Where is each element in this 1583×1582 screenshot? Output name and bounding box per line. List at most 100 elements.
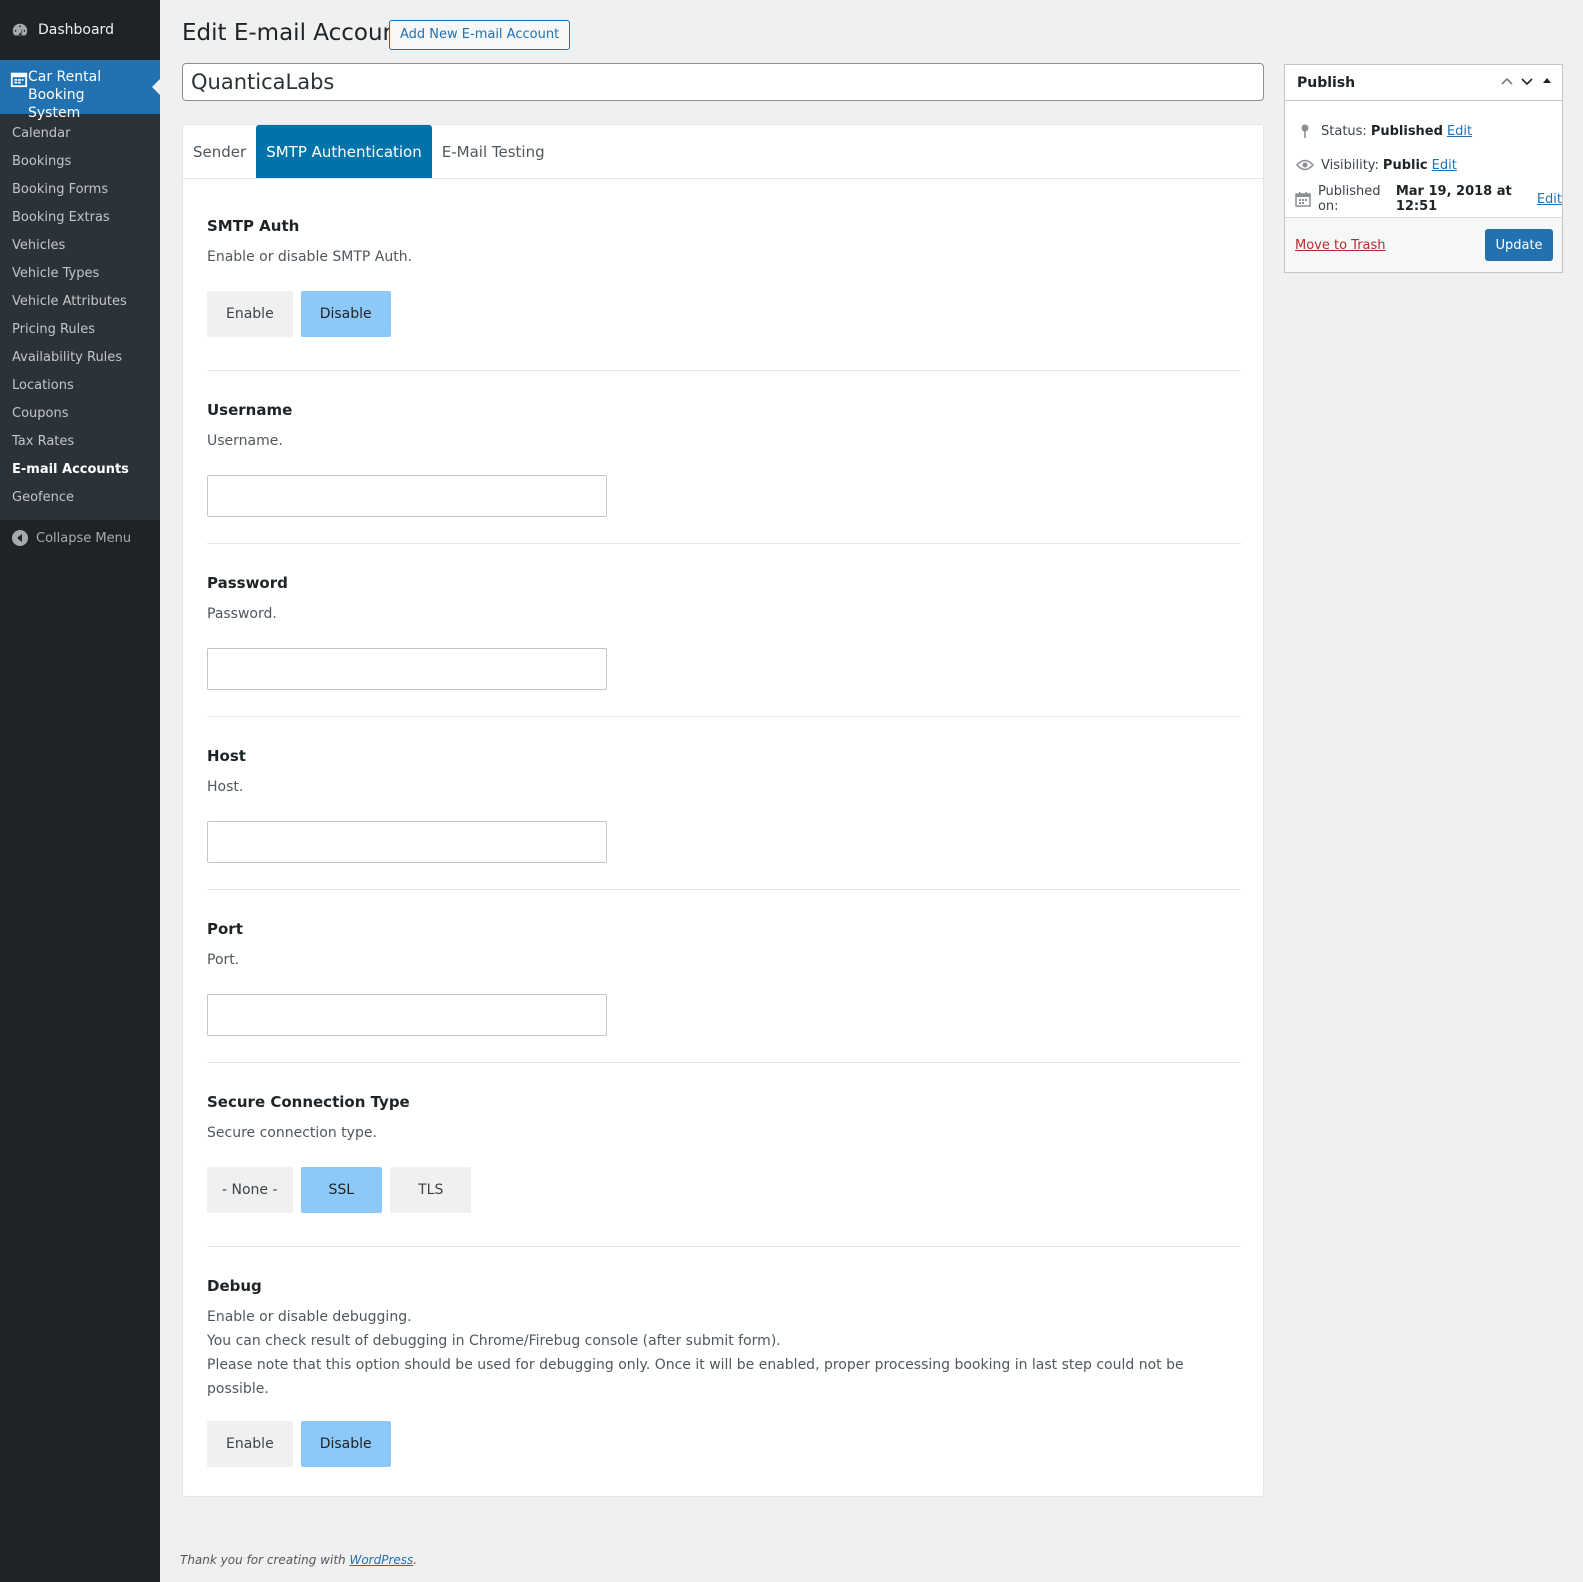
publish-actions: Move to Trash Update <box>1285 217 1562 272</box>
submenu-item-booking-extras[interactable]: Booking Extras <box>0 204 160 232</box>
menu-item-dashboard[interactable]: Dashboard <box>0 0 160 60</box>
tab-email-testing[interactable]: E-Mail Testing <box>432 125 555 178</box>
collapse-menu-label: Collapse Menu <box>36 530 132 546</box>
toggle-panel-icon[interactable] <box>1540 74 1554 91</box>
submenu-item-geofence[interactable]: Geofence <box>0 484 160 512</box>
dashboard-icon <box>10 20 30 40</box>
debug-toggle: Enable Disable <box>207 1421 1241 1467</box>
pin-icon <box>1295 123 1315 139</box>
tab-sender[interactable]: Sender <box>183 125 256 178</box>
move-to-trash-link[interactable]: Move to Trash <box>1295 238 1386 253</box>
edit-status-link[interactable]: Edit <box>1447 124 1472 139</box>
footer-period: . <box>413 1553 418 1567</box>
submenu-item-coupons[interactable]: Coupons <box>0 400 160 428</box>
eye-icon <box>1295 159 1315 171</box>
field-description: Port. <box>207 952 240 968</box>
admin-sidebar: Dashboard Car Rental Booking System Cale… <box>0 0 160 1582</box>
field-title: Port <box>207 920 243 938</box>
field-title: Debug <box>207 1277 262 1295</box>
secure-none-button[interactable]: - None - <box>207 1167 293 1213</box>
publish-title: Publish <box>1297 74 1356 91</box>
update-button[interactable]: Update <box>1485 229 1553 261</box>
submenu-item-email-accounts[interactable]: E-mail Accounts <box>0 456 160 484</box>
submenu-item-vehicles[interactable]: Vehicles <box>0 232 160 260</box>
secure-tls-button[interactable]: TLS <box>390 1167 472 1213</box>
tab-bar: Sender SMTP Authentication E-Mail Testin… <box>183 125 1263 179</box>
published-label: Published on: <box>1317 184 1381 214</box>
publish-box: Publish Status: Published Edit Visibilit… <box>1284 64 1563 273</box>
secure-connection-toggle: - None - SSL TLS <box>207 1167 1241 1213</box>
submenu-item-tax-rates[interactable]: Tax Rates <box>0 428 160 456</box>
publish-date-row: Published on: Mar 19, 2018 at 12:51 Edit <box>1285 182 1562 216</box>
add-new-email-account-button[interactable]: Add New E-mail Account <box>389 20 571 50</box>
field-description: Secure connection type. <box>207 1125 377 1141</box>
admin-footer: Thank you for creating with WordPress. <box>180 1553 417 1567</box>
smtp-auth-enable-button[interactable]: Enable <box>207 291 293 337</box>
field-host: Host Host. <box>207 747 1241 863</box>
wordpress-link[interactable]: WordPress <box>349 1553 413 1567</box>
field-debug: Debug Enable or disable debugging. You c… <box>207 1277 1241 1467</box>
edit-date-link[interactable]: Edit <box>1537 192 1562 207</box>
field-title: Password <box>207 574 288 592</box>
submenu-item-booking-forms[interactable]: Booking Forms <box>0 176 160 204</box>
move-down-icon[interactable] <box>1520 74 1534 91</box>
debug-desc-line-2: You can check result of debugging in Chr… <box>207 1333 781 1349</box>
move-up-icon[interactable] <box>1500 74 1514 91</box>
divider <box>207 543 1241 544</box>
host-input[interactable] <box>207 821 607 863</box>
submenu: Calendar Bookings Booking Forms Booking … <box>0 114 160 520</box>
smtp-auth-toggle: Enable Disable <box>207 291 1241 337</box>
footer-text: Thank you for creating with <box>180 1553 346 1567</box>
publish-status-row: Status: Published Edit <box>1285 114 1562 148</box>
submenu-item-bookings[interactable]: Bookings <box>0 148 160 176</box>
tab-smtp-authentication[interactable]: SMTP Authentication <box>256 125 432 178</box>
settings-panel: Sender SMTP Authentication E-Mail Testin… <box>182 124 1264 1497</box>
field-description: Host. <box>207 779 244 795</box>
debug-desc-line-1: Enable or disable debugging. <box>207 1309 412 1325</box>
field-title: Host <box>207 747 246 765</box>
field-title: Secure Connection Type <box>207 1093 410 1111</box>
submenu-item-vehicle-types[interactable]: Vehicle Types <box>0 260 160 288</box>
divider <box>207 1062 1241 1063</box>
debug-desc-line-3: Please note that this option should be u… <box>207 1357 1184 1397</box>
smtp-auth-disable-button[interactable]: Disable <box>300 291 391 337</box>
submenu-item-locations[interactable]: Locations <box>0 372 160 400</box>
field-description: Enable or disable debugging. You can che… <box>207 1305 1241 1401</box>
divider <box>207 889 1241 890</box>
publish-visibility-row: Visibility: Public Edit <box>1285 148 1562 182</box>
menu-item-car-rental[interactable]: Car Rental Booking System <box>0 60 160 121</box>
edit-visibility-link[interactable]: Edit <box>1432 158 1457 173</box>
password-input[interactable] <box>207 648 607 690</box>
submenu-item-calendar[interactable]: Calendar <box>0 120 160 148</box>
collapse-menu-button[interactable]: Collapse Menu <box>0 520 160 556</box>
field-title: Username <box>207 401 293 419</box>
field-secure-connection-type: Secure Connection Type Secure connection… <box>207 1093 1241 1213</box>
publish-header: Publish <box>1285 65 1562 101</box>
calendar-icon <box>10 70 28 92</box>
debug-disable-button[interactable]: Disable <box>300 1421 391 1467</box>
divider <box>207 370 1241 371</box>
field-title: SMTP Auth <box>207 217 300 235</box>
field-description: Username. <box>207 433 283 449</box>
secure-ssl-button[interactable]: SSL <box>300 1167 383 1213</box>
field-smtp-auth: SMTP Auth Enable or disable SMTP Auth. E… <box>207 217 1241 337</box>
field-description: Password. <box>207 606 277 622</box>
submenu-item-availability-rules[interactable]: Availability Rules <box>0 344 160 372</box>
username-input[interactable] <box>207 475 607 517</box>
menu-label-car-rental: Car Rental Booking System <box>28 69 102 121</box>
field-password: Password Password. <box>207 574 1241 690</box>
debug-enable-button[interactable]: Enable <box>207 1421 293 1467</box>
menu-label-dashboard: Dashboard <box>38 22 114 38</box>
page-title: Edit E-mail Account <box>182 20 407 46</box>
visibility-label: Visibility: <box>1321 157 1379 173</box>
visibility-value: Public <box>1382 157 1428 173</box>
field-username: Username Username. <box>207 401 1241 517</box>
port-input[interactable] <box>207 994 607 1036</box>
submenu-item-pricing-rules[interactable]: Pricing Rules <box>0 316 160 344</box>
collapse-arrow-icon <box>10 528 30 548</box>
submenu-item-vehicle-attributes[interactable]: Vehicle Attributes <box>0 288 160 316</box>
calendar-icon <box>1295 191 1312 207</box>
divider <box>207 716 1241 717</box>
post-title-input[interactable] <box>182 63 1264 101</box>
field-port: Port Port. <box>207 920 1241 1036</box>
